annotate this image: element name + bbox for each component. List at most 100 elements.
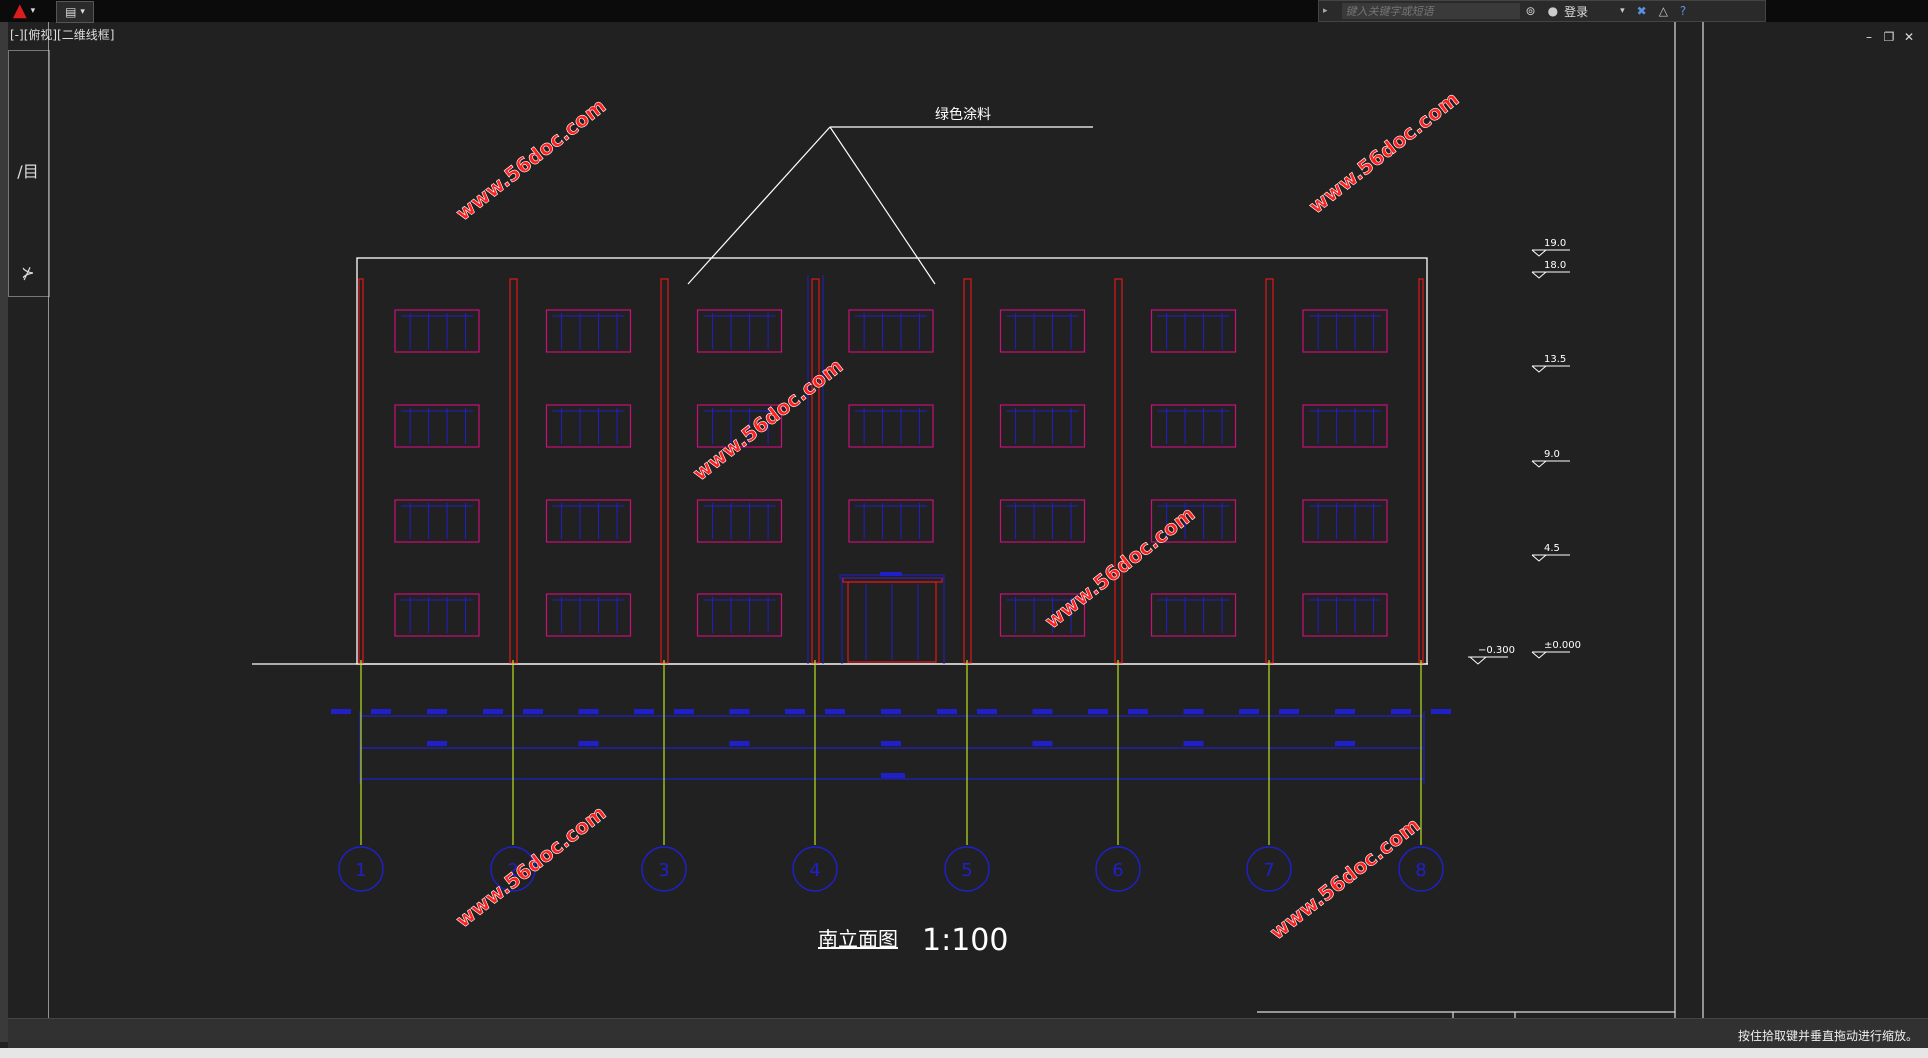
chevron-down-icon[interactable]: ▾ bbox=[1620, 6, 1625, 16]
chevron-down-icon: ▾ bbox=[80, 7, 85, 17]
dimension-text bbox=[483, 709, 503, 714]
watermark-text: www.56doc.com bbox=[1304, 87, 1463, 219]
dimension-text bbox=[674, 709, 694, 714]
dimension-text bbox=[331, 709, 351, 714]
autocad-logo-icon: ▲ bbox=[12, 0, 27, 21]
axis-label: 3 bbox=[658, 860, 669, 881]
dimension-text bbox=[578, 741, 599, 746]
expand-arrow-icon[interactable]: ▸ bbox=[1323, 6, 1328, 16]
level-triangle bbox=[1531, 249, 1547, 257]
axis-label: 8 bbox=[1415, 860, 1426, 881]
level-text: 19.0 bbox=[1544, 238, 1566, 249]
level-text: 4.5 bbox=[1544, 543, 1560, 554]
watermark-text: www.56doc.com bbox=[451, 94, 610, 226]
axis-label: 5 bbox=[961, 860, 972, 881]
palette-tool-2[interactable]: ⊁ bbox=[8, 250, 48, 294]
dimension-text bbox=[1431, 709, 1451, 714]
dimension-text bbox=[1128, 709, 1148, 714]
chevron-down-icon: ▾ bbox=[30, 6, 36, 16]
dimension-text bbox=[1032, 709, 1053, 714]
a360-icon[interactable]: △ bbox=[1659, 4, 1668, 18]
level-triangle bbox=[1531, 554, 1547, 562]
column bbox=[660, 278, 669, 664]
column bbox=[1265, 278, 1274, 664]
watermark-text: www.56doc.com bbox=[451, 801, 610, 933]
level-text: ±0.000 bbox=[1544, 640, 1581, 651]
dimension-text bbox=[977, 709, 997, 714]
axis-label: 4 bbox=[809, 860, 820, 881]
left-edge-strip bbox=[0, 22, 8, 1042]
column bbox=[963, 278, 972, 664]
level-triangle bbox=[1531, 651, 1547, 659]
level-text: 9.0 bbox=[1544, 449, 1560, 460]
ground-level-marker: −0.300 bbox=[1468, 645, 1515, 665]
dimension-text bbox=[427, 741, 447, 746]
level-triangle bbox=[1531, 365, 1547, 373]
watermarks: www.56doc.com www.56doc.com www.56doc.com w… bbox=[451, 86, 1464, 945]
application-menu-button[interactable]: ▲ ▾ bbox=[2, 1, 46, 21]
dimension-text bbox=[881, 741, 901, 746]
exchange-icon[interactable]: ✖ bbox=[1637, 4, 1647, 18]
dimension-text bbox=[1279, 709, 1299, 714]
elevation-drawing: 绿色涂料 12345678 19.018.013.59.04.5±0.000 −… bbox=[252, 106, 1581, 958]
dimension-text bbox=[1335, 741, 1355, 746]
dimension-text bbox=[1391, 709, 1411, 714]
tool-label: ⊁ bbox=[21, 262, 35, 282]
tool-label: /目 bbox=[17, 162, 39, 181]
dimension-text bbox=[1032, 741, 1053, 746]
binoculars-icon[interactable]: ⊚ bbox=[1526, 4, 1536, 18]
column bbox=[1418, 278, 1424, 664]
dimension-text bbox=[1183, 709, 1204, 714]
save-icon: ▤ bbox=[65, 5, 77, 19]
dimension-text bbox=[1335, 709, 1355, 714]
axis-label: 1 bbox=[355, 860, 366, 881]
axis-label: 7 bbox=[1263, 860, 1274, 881]
help-icon[interactable]: ? bbox=[1680, 4, 1686, 18]
dimension-text bbox=[634, 709, 654, 714]
title-bar: ▲ ▾ ▤ ▾ ▸ ⊚ ● 登录 ▾ ✖ △ ? bbox=[0, 0, 1928, 23]
column bbox=[358, 278, 364, 664]
dimension-text bbox=[785, 709, 805, 714]
level-triangle bbox=[1531, 271, 1547, 279]
watermark-text: www.56doc.com bbox=[1040, 502, 1199, 634]
drawing-canvas[interactable]: 绿色涂料 12345678 19.018.013.59.04.5±0.000 −… bbox=[48, 22, 1928, 1018]
status-bar: 按住拾取键并垂直拖动进行缩放。 bbox=[8, 1018, 1928, 1049]
dimension-text-marks bbox=[331, 709, 1451, 778]
main-entrance bbox=[839, 572, 945, 664]
ground-level-text: −0.300 bbox=[1478, 645, 1515, 656]
dimension-text bbox=[1239, 709, 1259, 714]
search-input[interactable] bbox=[1341, 3, 1520, 19]
column bbox=[811, 278, 820, 664]
windows bbox=[394, 309, 1388, 637]
dimension-text bbox=[1183, 741, 1204, 746]
infocenter-panel: ▸ ⊚ ● 登录 ▾ ✖ △ ? bbox=[1318, 0, 1766, 22]
level-text: 13.5 bbox=[1544, 354, 1566, 365]
quick-access-button[interactable]: ▤ ▾ bbox=[56, 1, 94, 23]
column bbox=[1114, 278, 1123, 664]
status-message: 按住拾取键并垂直拖动进行缩放。 bbox=[1737, 1029, 1918, 1043]
leader-line-right bbox=[829, 126, 936, 285]
leader-line-left bbox=[687, 126, 831, 285]
sign-in-link[interactable]: 登录 bbox=[1564, 3, 1588, 20]
dimension-text bbox=[729, 709, 750, 714]
dimension-text bbox=[427, 709, 447, 714]
dimension-text bbox=[523, 709, 543, 714]
dimension-text bbox=[371, 709, 391, 714]
axis-label: 6 bbox=[1112, 860, 1123, 881]
dimension-text bbox=[937, 709, 957, 714]
dimension-text bbox=[1088, 709, 1108, 714]
level-triangle bbox=[1531, 460, 1547, 468]
drawing-frame bbox=[48, 22, 1704, 1018]
material-note: 绿色涂料 bbox=[935, 106, 991, 123]
user-icon: ● bbox=[1547, 4, 1559, 18]
palette-tool-1[interactable]: /目 bbox=[8, 148, 48, 192]
drawing-scale: 1:100 bbox=[922, 923, 1008, 958]
dimension-text bbox=[881, 709, 901, 714]
dimension-text bbox=[825, 709, 845, 714]
columns bbox=[358, 275, 1424, 664]
column bbox=[509, 278, 518, 664]
bottom-strip bbox=[0, 1048, 1928, 1058]
drawing-title: 南立面图 bbox=[818, 927, 898, 951]
level-markers: 19.0 18.0 13.5 9.0 4.5 ±0.000 bbox=[1531, 238, 1581, 659]
level-text: 18.0 bbox=[1544, 260, 1566, 271]
